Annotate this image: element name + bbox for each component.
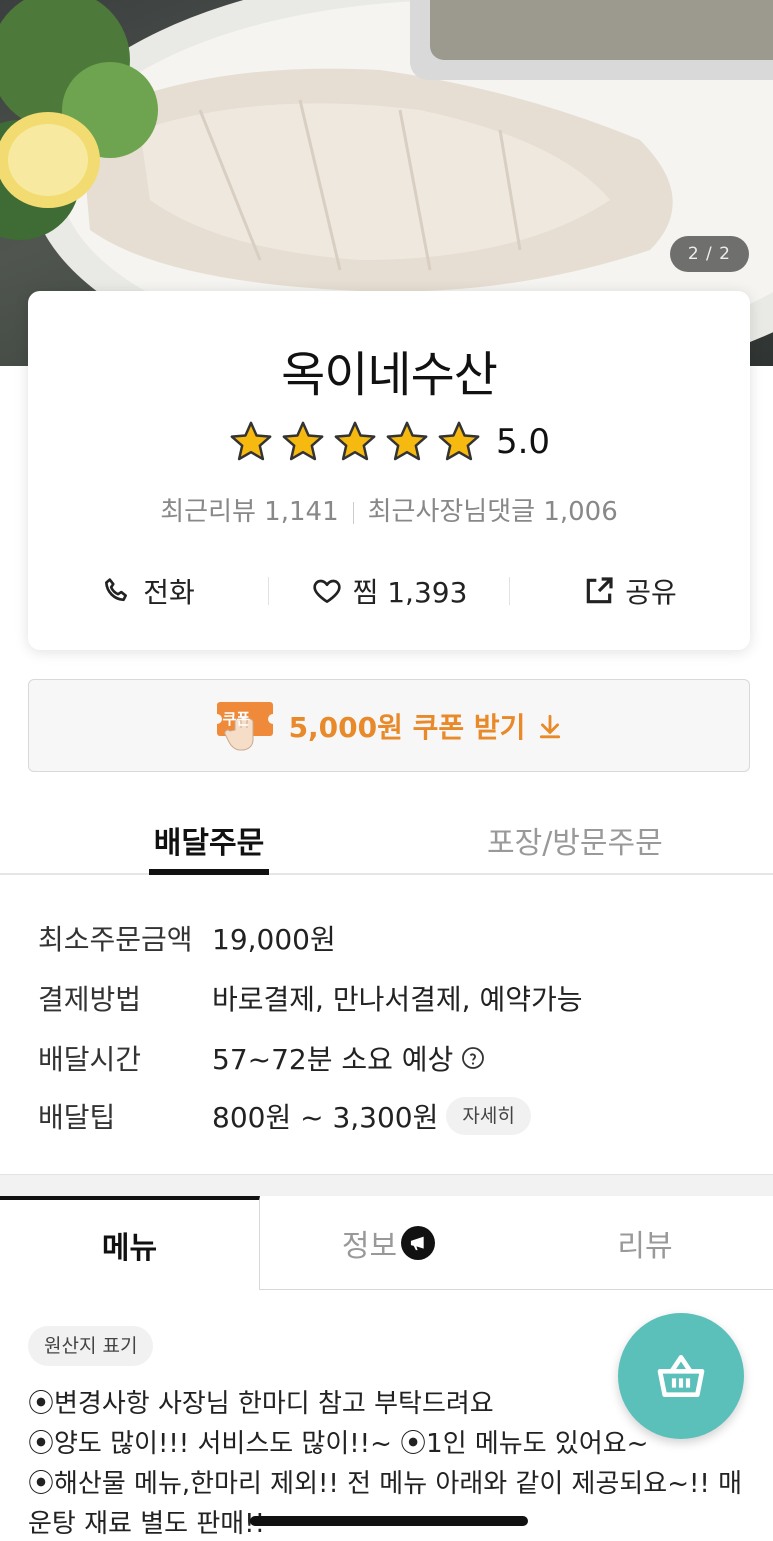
- coupon-label: 5,000원 쿠폰 받기: [288, 710, 526, 744]
- store-actions: 전화 찜 1,393 공유: [28, 571, 750, 611]
- star-icon: [438, 421, 480, 461]
- rating-row: 5.0: [28, 419, 750, 465]
- info-row-delivery-tip: 배달팁 800원 ~ 3,300원 자세히: [38, 1096, 531, 1136]
- info-value: 57~72분 소요 예상: [212, 1038, 485, 1078]
- delivery-tip-detail-button[interactable]: 자세히: [446, 1097, 531, 1135]
- store-info-card: 옥이네수산 5.0 최근리뷰 1,141 최근사장님댓글 1,006 전화 찜 1…: [28, 291, 750, 650]
- megaphone-icon: [401, 1225, 436, 1260]
- tab-review-label: 리뷰: [617, 1228, 673, 1264]
- review-stats: 최근리뷰 1,141 최근사장님댓글 1,006: [28, 491, 750, 528]
- star-icon: [334, 421, 376, 461]
- tab-review[interactable]: 리뷰: [517, 1196, 773, 1290]
- rating-value: 5.0: [495, 422, 551, 462]
- star-icon: [386, 421, 428, 461]
- star-icon: [230, 421, 272, 461]
- share-button[interactable]: 공유: [510, 571, 750, 611]
- info-row-payment: 결제방법 바로결제, 만나서결제, 예약가능: [38, 978, 582, 1018]
- basket-icon: [657, 1355, 705, 1397]
- info-value: 19,000원: [212, 923, 336, 956]
- tab-info-label: 정보: [341, 1228, 398, 1264]
- share-label: 공유: [625, 576, 677, 609]
- info-value: 바로결제, 만나서결제, 예약가능: [212, 983, 583, 1016]
- home-indicator: [250, 1516, 528, 1526]
- divider: [352, 501, 354, 524]
- help-icon[interactable]: [461, 1046, 485, 1070]
- delivery-time-value: 57~72분 소요 예상: [212, 1043, 454, 1076]
- info-label: 결제방법: [38, 983, 142, 1016]
- tab-pickup-order[interactable]: 포장/방문주문: [487, 818, 663, 862]
- order-type-tabs: 배달주문 포장/방문주문: [0, 800, 773, 875]
- info-row-delivery-time: 배달시간 57~72분 소요 예상: [38, 1038, 485, 1078]
- main-tabs: 메뉴 정보 리뷰: [0, 1196, 773, 1290]
- call-button[interactable]: 전화: [28, 571, 268, 611]
- coupon-hand-icon: 쿠폰: [211, 694, 278, 758]
- info-value: 800원 ~ 3,300원: [212, 1101, 439, 1134]
- tab-info[interactable]: 정보: [260, 1196, 517, 1290]
- section-divider: [0, 1174, 773, 1196]
- info-row-min-order: 최소주문금액 19,000원: [38, 918, 336, 958]
- notice-line: ⦿해산물 메뉴,한마리 제외!! 전 메뉴 아래와 같이 제공되요~!! 매: [28, 1469, 743, 1499]
- call-label: 전화: [143, 576, 195, 609]
- heart-icon: [312, 579, 341, 603]
- tab-menu[interactable]: 메뉴: [0, 1196, 260, 1290]
- favorite-count: 찜 1,393: [352, 576, 468, 609]
- phone-icon: [105, 578, 128, 602]
- star-icon: [282, 421, 324, 461]
- favorite-button[interactable]: 찜 1,393: [269, 571, 509, 611]
- recent-reviews-link[interactable]: 최근리뷰 1,141: [160, 497, 338, 527]
- origin-label-button[interactable]: 원산지 표기: [28, 1326, 154, 1366]
- info-label: 배달팁: [38, 1101, 116, 1134]
- tab-delivery-order[interactable]: 배달주문: [149, 818, 269, 875]
- photo-page-indicator: 2 / 2: [669, 236, 749, 272]
- coupon-badge-text: 쿠폰: [222, 709, 251, 728]
- owner-replies-link[interactable]: 최근사장님댓글 1,006: [368, 497, 618, 527]
- download-arrow-icon: [540, 714, 561, 738]
- tab-menu-label: 메뉴: [101, 1231, 158, 1266]
- store-name: 옥이네수산: [281, 347, 498, 403]
- info-label: 배달시간: [38, 1043, 142, 1076]
- cart-button[interactable]: [618, 1313, 744, 1439]
- info-label: 최소주문금액: [38, 923, 193, 956]
- coupon-download-button[interactable]: 쿠폰 5,000원 쿠폰 받기: [28, 679, 750, 772]
- share-icon: [586, 577, 613, 604]
